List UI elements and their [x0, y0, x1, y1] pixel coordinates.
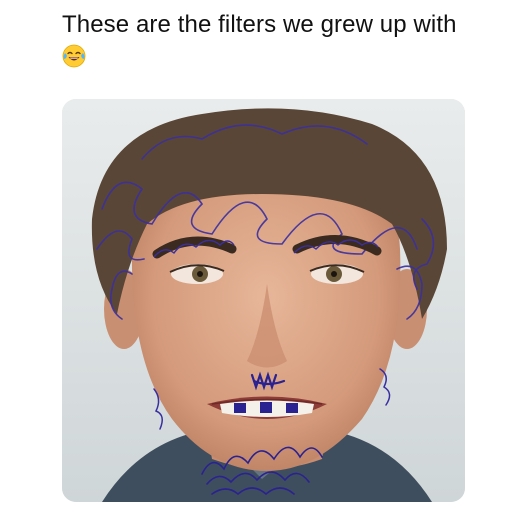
portrait-illustration	[62, 99, 465, 502]
face-with-tears-of-joy-icon	[62, 44, 86, 68]
doodled-portrait-photo	[62, 99, 465, 502]
post-caption: These are the filters we grew up with	[62, 11, 457, 38]
